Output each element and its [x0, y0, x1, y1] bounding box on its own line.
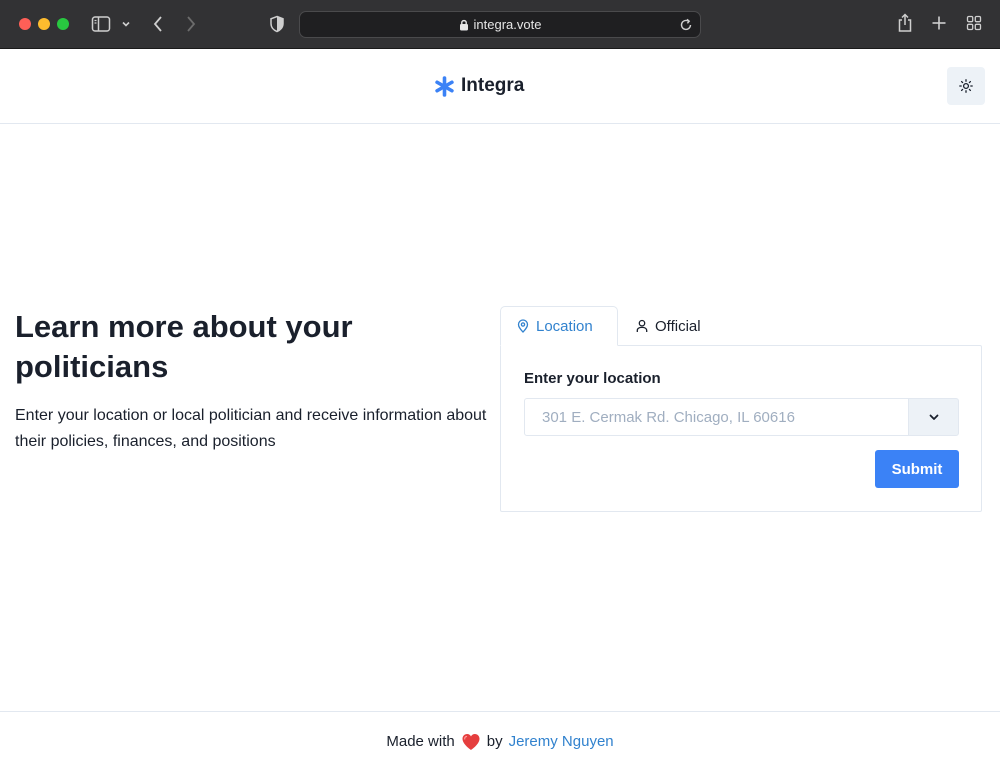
sun-icon — [959, 79, 973, 93]
theme-toggle-button[interactable] — [947, 67, 985, 105]
reload-icon[interactable] — [678, 17, 694, 33]
minimize-window-button[interactable] — [38, 18, 50, 30]
location-field-label: Enter your location — [524, 370, 661, 387]
footer: Made with by Jeremy Nguyen — [0, 711, 1000, 771]
tab-official[interactable]: Official — [620, 306, 717, 346]
sidebar-toggle-icon[interactable] — [91, 15, 111, 33]
map-pin-icon — [517, 319, 529, 333]
hero-title: Learn more about your politicians — [15, 309, 353, 384]
zoom-window-button[interactable] — [57, 18, 69, 30]
close-window-button[interactable] — [19, 18, 31, 30]
chevron-down-icon — [929, 414, 938, 420]
back-icon[interactable] — [152, 15, 164, 33]
footer-middle: by — [486, 733, 503, 750]
forward-icon[interactable] — [185, 15, 197, 33]
lock-icon — [459, 19, 468, 30]
url-text: integra.vote — [473, 17, 542, 32]
share-icon[interactable] — [897, 13, 913, 33]
new-tab-icon[interactable] — [931, 15, 947, 31]
navbar: Integra — [0, 49, 1000, 124]
page: Integra Learn more about your politician… — [0, 49, 1000, 771]
tab-location[interactable]: Location — [500, 306, 618, 346]
location-input[interactable] — [524, 398, 909, 436]
tab-location-label: Location — [536, 317, 593, 335]
brand-name: Integra — [461, 75, 525, 96]
location-dropdown-button[interactable] — [908, 398, 959, 436]
chevron-down-icon[interactable] — [121, 19, 131, 29]
user-icon — [636, 319, 648, 332]
privacy-shield-icon[interactable] — [269, 15, 285, 33]
heart-icon — [462, 733, 480, 750]
address-bar[interactable]: integra.vote — [299, 11, 701, 38]
asterisk-icon — [435, 75, 454, 97]
hero-subtitle: Enter your location or local politician … — [15, 407, 487, 450]
author-link[interactable]: Jeremy Nguyen — [509, 733, 614, 750]
location-form: Enter your location Submit — [500, 345, 982, 512]
brand-logo[interactable]: Integra — [434, 75, 524, 97]
tab-official-label: Official — [655, 317, 701, 335]
tab-overview-icon[interactable] — [966, 15, 982, 31]
footer-prefix: Made with — [386, 733, 455, 750]
browser-toolbar: integra.vote — [0, 0, 1000, 49]
submit-button[interactable]: Submit — [875, 450, 959, 488]
